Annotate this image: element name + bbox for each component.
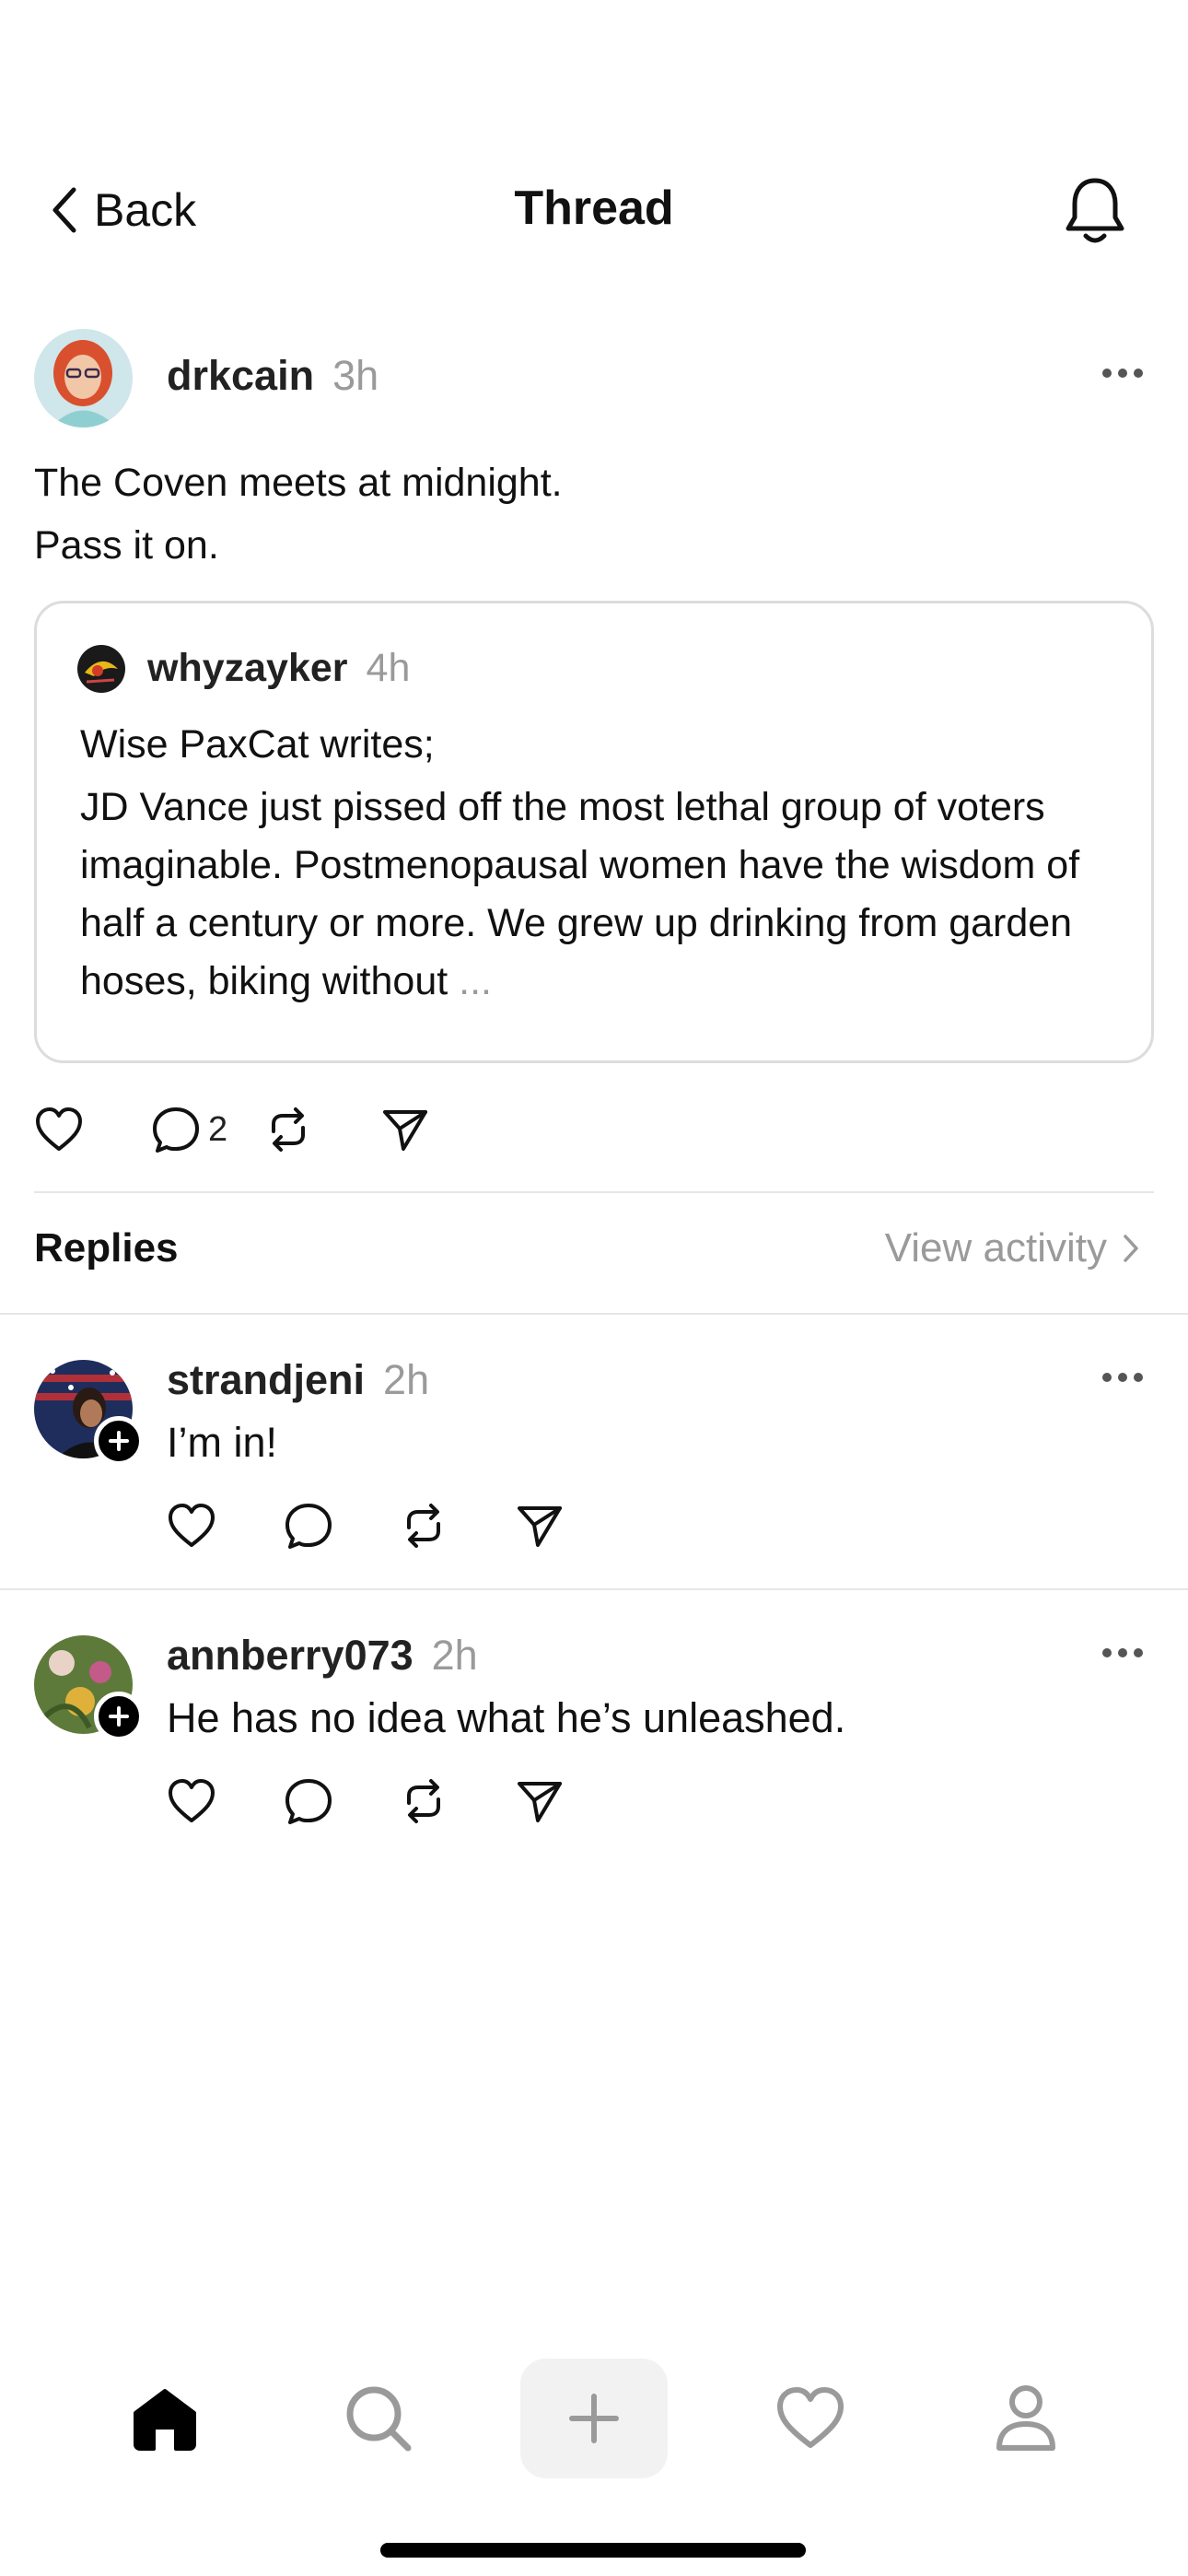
share-button[interactable] bbox=[381, 1107, 429, 1153]
reply-more-button[interactable] bbox=[1101, 1646, 1144, 1659]
chevron-right-icon bbox=[1124, 1235, 1138, 1262]
reply-text: He has no idea what he’s unleashed. bbox=[167, 1694, 846, 1741]
replies-heading: Replies bbox=[34, 1225, 179, 1270]
bottom-tab-bar bbox=[0, 2359, 1188, 2488]
reply-actions bbox=[167, 1502, 564, 1550]
like-button[interactable] bbox=[167, 1503, 216, 1549]
quote-author-avatar bbox=[77, 645, 125, 693]
reply-count: 2 bbox=[208, 1109, 228, 1149]
post-text: The Coven meets at midnight. Pass it on. bbox=[34, 451, 563, 577]
divider bbox=[0, 1313, 1188, 1315]
share-button[interactable] bbox=[516, 1503, 564, 1549]
tab-profile[interactable] bbox=[952, 2359, 1100, 2478]
plus-icon bbox=[109, 1431, 129, 1451]
reply-text: I’m in! bbox=[167, 1419, 278, 1466]
post-actions: 2 bbox=[34, 1106, 429, 1153]
reply-button[interactable]: 2 bbox=[151, 1106, 227, 1153]
reply-timestamp: 2h bbox=[431, 1632, 478, 1679]
search-icon bbox=[346, 2386, 412, 2452]
repost-icon bbox=[272, 1107, 306, 1152]
like-button[interactable] bbox=[167, 1778, 216, 1824]
tab-activity[interactable] bbox=[737, 2359, 884, 2478]
repost-button[interactable] bbox=[400, 1502, 448, 1550]
follow-button[interactable] bbox=[94, 1416, 144, 1466]
notifications-button[interactable] bbox=[1063, 175, 1127, 245]
view-activity-label: View activity bbox=[884, 1225, 1107, 1270]
heart-icon bbox=[169, 1779, 215, 1822]
more-horizontal-icon bbox=[1102, 369, 1143, 378]
bell-icon bbox=[1066, 178, 1124, 243]
post-username[interactable]: drkcain bbox=[167, 352, 314, 400]
share-button[interactable] bbox=[516, 1778, 564, 1824]
tab-search[interactable] bbox=[305, 2359, 452, 2478]
reply-username[interactable]: strandjeni bbox=[167, 1356, 365, 1404]
reply-button[interactable] bbox=[284, 1502, 333, 1550]
quote-body-text: JD Vance just pissed off the most lethal… bbox=[80, 785, 1080, 1003]
reply-header: strandjeni 2h bbox=[167, 1356, 429, 1404]
follow-button[interactable] bbox=[94, 1692, 144, 1741]
person-icon bbox=[996, 2385, 1055, 2451]
quote-body: JD Vance just pissed off the most lethal… bbox=[80, 779, 1121, 1011]
comment-icon bbox=[285, 1779, 332, 1824]
comment-icon bbox=[285, 1504, 332, 1549]
reply-timestamp: 2h bbox=[383, 1356, 430, 1403]
divider bbox=[34, 1191, 1154, 1193]
reply-header: annberry073 2h bbox=[167, 1632, 478, 1680]
send-icon bbox=[518, 1506, 562, 1547]
heart-icon bbox=[169, 1504, 215, 1547]
quote-ellipsis: ... bbox=[459, 959, 492, 1003]
post-author-avatar[interactable] bbox=[34, 329, 133, 427]
like-button[interactable] bbox=[34, 1107, 84, 1153]
quote-timestamp: 4h bbox=[366, 646, 411, 690]
quote-header: whyzayker 4h bbox=[147, 646, 410, 691]
post-text-line: The Coven meets at midnight. bbox=[34, 461, 563, 505]
post-timestamp: 3h bbox=[332, 352, 379, 399]
repost-icon bbox=[407, 1504, 440, 1548]
view-activity-link[interactable]: View activity bbox=[885, 1225, 1140, 1271]
quoted-post-card[interactable]: whyzayker 4h Wise PaxCat writes; JD Vanc… bbox=[34, 601, 1154, 1063]
repost-button[interactable] bbox=[264, 1106, 312, 1153]
plus-icon bbox=[569, 2394, 619, 2443]
quote-line1: Wise PaxCat writes; bbox=[80, 722, 435, 767]
plus-icon bbox=[109, 1706, 129, 1727]
heart-icon bbox=[777, 2387, 844, 2448]
more-horizontal-icon bbox=[1102, 1373, 1143, 1382]
divider bbox=[0, 1588, 1188, 1590]
tab-create[interactable] bbox=[520, 2359, 668, 2478]
post-text-line: Pass it on. bbox=[34, 523, 219, 568]
reply-actions bbox=[167, 1777, 564, 1825]
reply-more-button[interactable] bbox=[1101, 1371, 1144, 1384]
header-bar: Back Thread bbox=[0, 147, 1188, 273]
reply-button[interactable] bbox=[284, 1777, 333, 1825]
post-header: drkcain 3h bbox=[167, 352, 379, 400]
send-icon bbox=[518, 1782, 562, 1822]
tab-home[interactable] bbox=[91, 2359, 239, 2478]
page-title: Thread bbox=[514, 181, 674, 235]
heart-icon bbox=[36, 1107, 82, 1151]
quote-username: whyzayker bbox=[147, 646, 348, 690]
home-indicator bbox=[380, 2543, 806, 2558]
home-icon bbox=[134, 2389, 196, 2451]
repost-button[interactable] bbox=[400, 1777, 448, 1825]
reply-username[interactable]: annberry073 bbox=[167, 1632, 413, 1680]
more-horizontal-icon bbox=[1102, 1648, 1143, 1657]
post-more-button[interactable] bbox=[1101, 367, 1144, 380]
repost-icon bbox=[407, 1779, 440, 1823]
comment-icon bbox=[153, 1107, 199, 1153]
send-icon bbox=[383, 1110, 428, 1151]
